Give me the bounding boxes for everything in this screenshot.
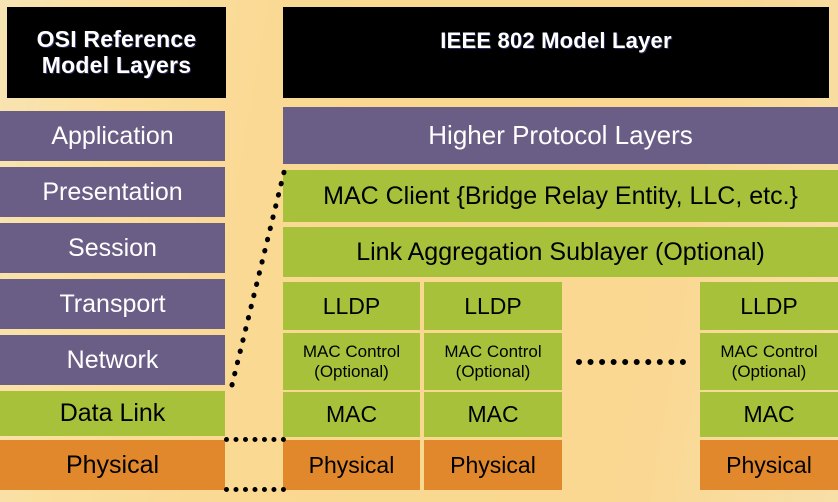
ieee-col2-lldp: LLDP	[424, 282, 562, 330]
ieee-col2-physical: Physical	[424, 440, 562, 490]
ieee-col1-lldp: LLDP	[283, 282, 420, 330]
ieee-col3-mac-control-line1: MAC Control	[720, 341, 818, 361]
ieee-col3-lldp: LLDP	[700, 282, 838, 330]
ieee-col2-mac: MAC	[424, 392, 562, 437]
osi-header-line2: Model Layers	[41, 51, 192, 78]
osi-layer-data-link: Data Link	[0, 391, 225, 436]
ellipsis-dots-omitted-columns	[576, 359, 686, 365]
ieee-col1-mac-control: MAC Control (Optional)	[283, 333, 420, 390]
osi-layer-session: Session	[0, 223, 225, 273]
ieee-col2-mac-control-line2: (Optional)	[455, 361, 531, 381]
osi-layer-transport: Transport	[0, 279, 225, 329]
ieee-col2-mac-control: MAC Control (Optional)	[424, 333, 562, 390]
dotted-connector-data-link-diagonal	[229, 161, 289, 388]
ieee-col1-physical: Physical	[283, 440, 420, 490]
osi-layer-application: Application	[0, 111, 225, 161]
osi-header-title: OSI Reference Model Layers	[7, 7, 226, 98]
ieee-mac-client: MAC Client {Bridge Relay Entity, LLC, et…	[283, 170, 838, 222]
ieee-col1-mac: MAC	[283, 392, 420, 437]
osi-layer-network: Network	[0, 335, 225, 385]
dotted-connector-physical-bottom	[224, 487, 286, 492]
osi-header-line1: OSI Reference	[36, 25, 197, 52]
ieee-col3-mac: MAC	[700, 392, 838, 437]
ieee-col1-mac-control-line1: MAC Control	[302, 341, 401, 361]
osi-layer-presentation: Presentation	[0, 167, 225, 217]
ieee-link-aggregation-sublayer: Link Aggregation Sublayer (Optional)	[283, 227, 838, 277]
ieee-col3-physical: Physical	[700, 440, 838, 490]
ieee-col2-mac-control-line1: MAC Control	[444, 341, 542, 361]
ieee-header-title: IEEE 802 Model Layer	[283, 7, 829, 98]
ieee-col1-mac-control-line2: (Optional)	[314, 361, 389, 381]
ieee-higher-protocol-layers: Higher Protocol Layers	[283, 107, 838, 164]
dotted-connector-physical-top	[224, 437, 286, 442]
diagram-canvas: OSI Reference Model Layers IEEE 802 Mode…	[0, 0, 838, 502]
ieee-col3-mac-control: MAC Control (Optional)	[700, 333, 838, 390]
osi-layer-physical: Physical	[0, 440, 225, 490]
ieee-col3-mac-control-line2: (Optional)	[731, 361, 807, 381]
